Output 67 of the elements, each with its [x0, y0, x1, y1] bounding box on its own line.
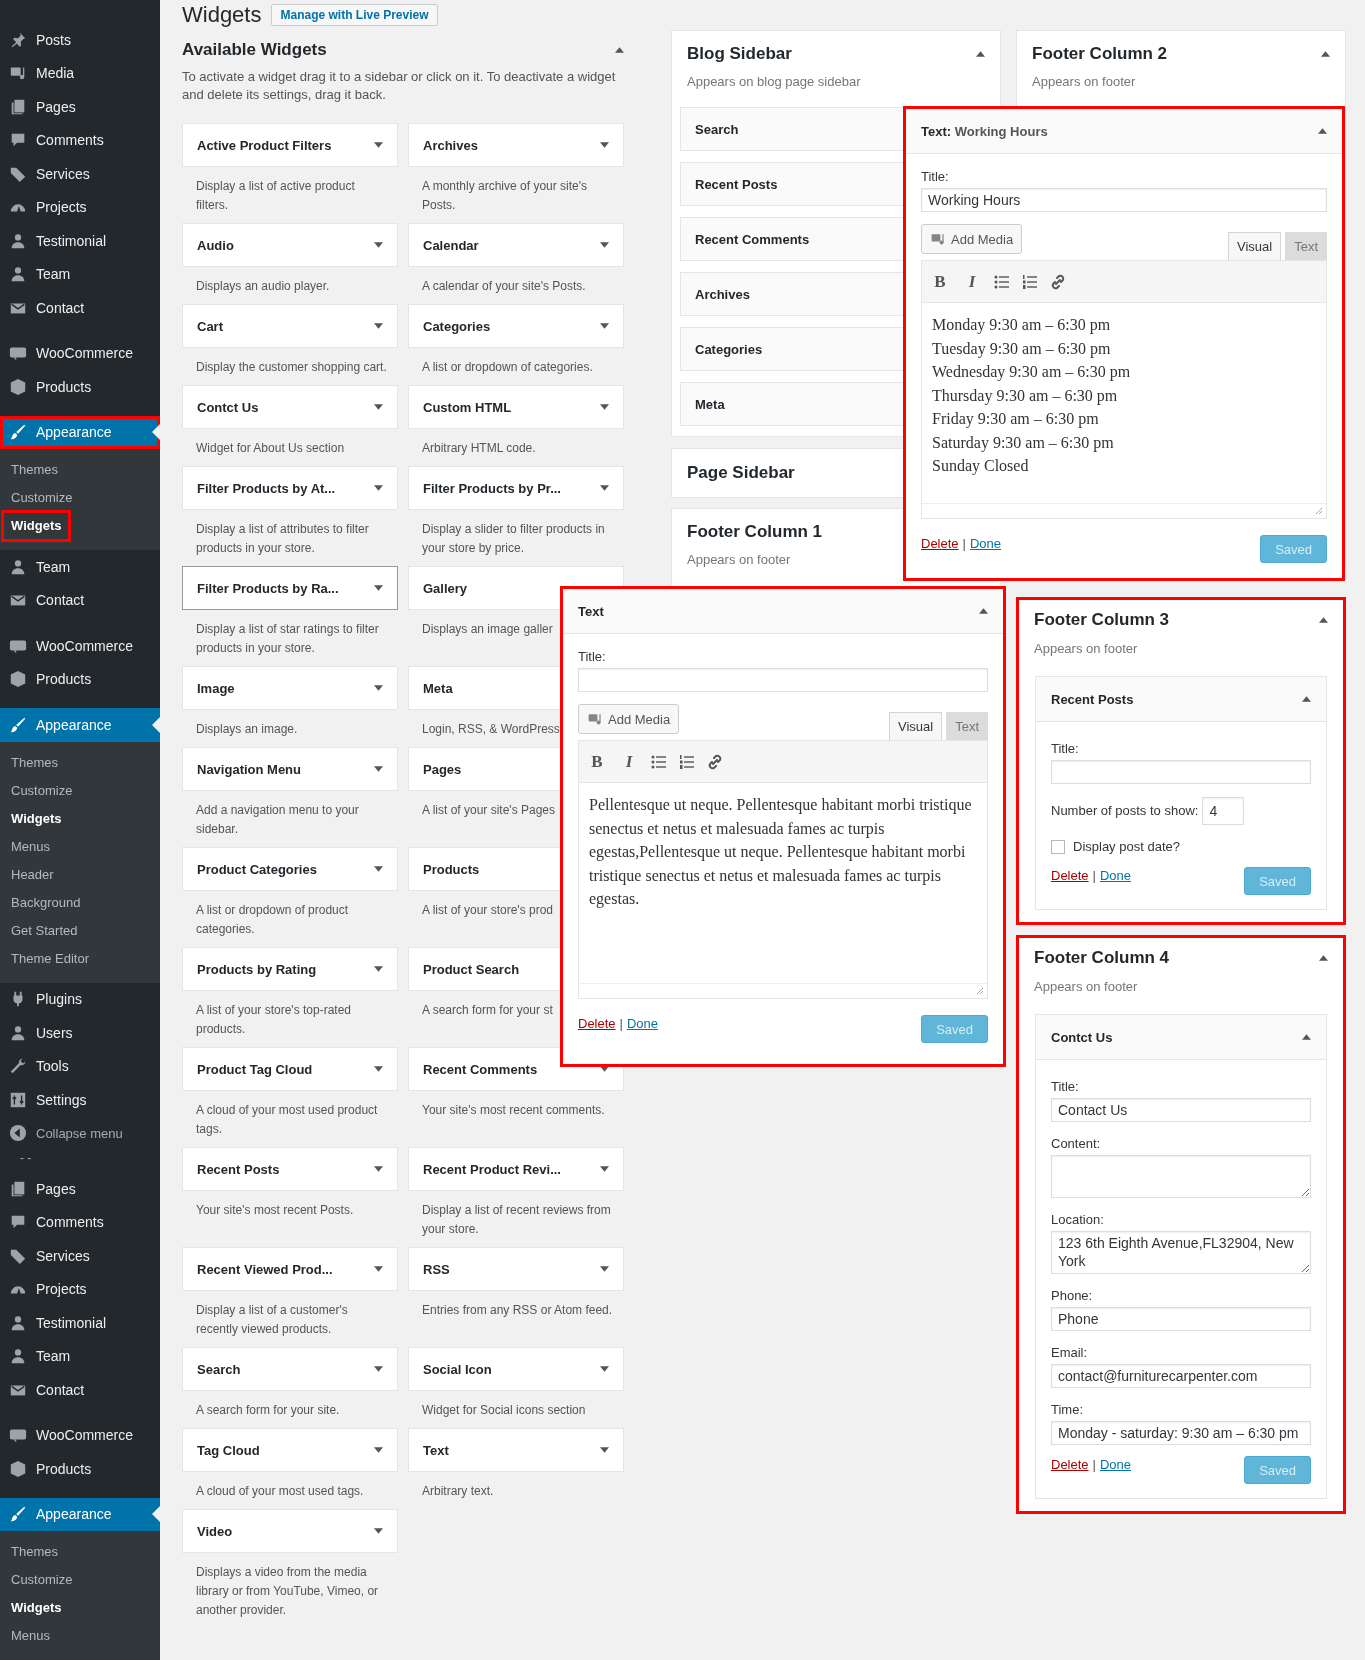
field-label: Email:	[1051, 1344, 1089, 1362]
sidebar-title: Footer Column 1	[687, 521, 823, 543]
sidebar-title: Footer Column 4	[1034, 947, 1170, 969]
menu-fragment-text: - -	[20, 1151, 32, 1165]
widget-description: A list or dropdown of product categories.	[196, 903, 349, 936]
editor-text: Pellentesque ut neque. Pellentesque habitant morbi tristique senectus et netus et malesuada fames ac turpis egestas,Pellentesque ut neque. Pellentesque habitant morbi tristique senectus et netus et malesuada fames ac turpis egestas.	[589, 795, 973, 910]
field-label: Title:	[1051, 1078, 1080, 1096]
widget-title: Contct Us	[1051, 1029, 1113, 1045]
link-separator: |	[962, 535, 966, 553]
widget-description: Display a list of attributes to filter products in your store.	[196, 522, 369, 555]
editor-text: Sunday Closed	[932, 456, 1030, 477]
widget-description: Displays a video from the media library or from YouTube, Vimeo, or another provider.	[196, 1565, 379, 1617]
section-description: To activate a widget drag it to a sidebar or click on it. To deactivate a widget and delete its settings, drag it back.	[182, 68, 617, 104]
widget-description: Display the customer shopping cart.	[196, 360, 387, 374]
widget-description: Displays an audio player.	[196, 279, 330, 293]
widget-description: Display a list of a customer's recently viewed products.	[196, 1303, 348, 1336]
widget-description: A list of your site's Pages	[422, 803, 556, 817]
widget-description: A calendar of your site's Posts.	[422, 279, 586, 293]
sidebar-description: Appears on footer	[1034, 641, 1138, 656]
widget-description: A cloud of your most used tags.	[196, 1484, 364, 1498]
widget-description: Displays an image.	[196, 722, 298, 736]
link-separator: |	[619, 1015, 623, 1033]
link-separator: |	[1092, 1456, 1096, 1474]
field-label: Title:	[578, 648, 607, 666]
field-label: Number of posts to show:	[1051, 802, 1199, 820]
widget-description: Display a list of recent reviews from your store.	[422, 1203, 611, 1236]
widget-description: Widget for Social icons section	[422, 1403, 586, 1417]
field-label: Title:	[921, 168, 950, 186]
field-label: Time:	[1051, 1401, 1085, 1419]
widget-description: Entries from any RSS or Atom feed.	[422, 1303, 613, 1317]
widget-description: A search form for your site.	[196, 1403, 340, 1417]
sidebar-description: Appears on footer	[687, 552, 791, 567]
widget-description: A list of your store's top-rated products.	[196, 1003, 352, 1036]
field-label: Phone:	[1051, 1287, 1094, 1305]
widget-description: Widget for About Us section	[196, 441, 345, 455]
sidebar-title: Blog Sidebar	[687, 43, 792, 65]
widget-title: Recent Posts	[1051, 691, 1134, 707]
field-label: Content:	[1051, 1135, 1102, 1153]
editor-text: Saturday 9:30 am – 6:30 pm	[932, 432, 1115, 454]
widget-description: A cloud of your most used product tags.	[196, 1103, 378, 1136]
widget-description: Display a slider to filter products in your store by price.	[422, 522, 605, 555]
sidebar-description: Appears on footer	[1032, 74, 1136, 89]
widget-description: A search form for your st	[422, 1003, 553, 1017]
widget-description: Add a navigation menu to your sidebar.	[196, 803, 359, 836]
sidebar-title: Footer Column 3	[1034, 609, 1170, 631]
section-title: Available Widgets	[182, 40, 327, 60]
widget-description: Display a list of star ratings to filter products in your store.	[196, 622, 379, 655]
widget-description: Arbitrary text.	[422, 1484, 494, 1498]
widget-description: A list of your store's prod	[422, 903, 553, 917]
sidebar-title: Footer Column 2	[1032, 43, 1168, 65]
widget-description: Arbitrary HTML code.	[422, 441, 536, 455]
widget-description: A list or dropdown of categories.	[422, 360, 593, 374]
widget-description: Login, RSS, & WordPress.	[422, 722, 564, 736]
widget-description: Your site's most recent comments.	[422, 1103, 605, 1117]
page-title: Widgets	[182, 2, 262, 28]
sidebar-description: Appears on footer	[1034, 979, 1138, 994]
widget-description: Your site's most recent Posts.	[196, 1203, 354, 1217]
widget-description: Displays an image galler	[422, 622, 553, 636]
sidebar-description: Appears on blog page sidebar	[687, 74, 861, 89]
widget-description: A monthly archive of your site's Posts.	[422, 179, 588, 212]
field-label: Location:	[1051, 1211, 1105, 1229]
link-separator: |	[1092, 867, 1096, 885]
sidebar-title: Page Sidebar	[687, 462, 795, 484]
widget-title: Text:	[921, 123, 952, 139]
widget-description: Display a list of active product filters.	[196, 179, 355, 212]
checkbox-label: Display post date?	[1073, 838, 1180, 856]
field-label: Title:	[1051, 740, 1080, 758]
